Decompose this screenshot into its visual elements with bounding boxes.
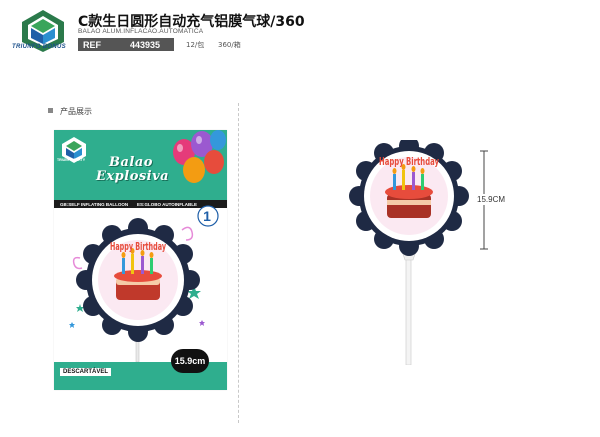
logo-text: TRIUNFO BONUS [12, 44, 66, 50]
package-balloon-text: Happy Birthday [110, 240, 166, 253]
section-title: 产品展示 [60, 107, 92, 116]
size-badge: 15.9cm [171, 349, 209, 373]
product-balloon-text: Happy Birthday [379, 155, 439, 168]
ref-label: REF [83, 39, 101, 50]
disposable-label: DESCARTÁVEL [60, 368, 112, 376]
ref-badge: REF 443935 [78, 38, 174, 51]
strip-text-es: ES:GLOBO AUTOINFLABLE [137, 201, 197, 207]
strip-text-gb: GB:SELF INFLATING BALLOON [60, 201, 129, 207]
box-quantity: 360/箱 [218, 41, 241, 49]
product-subtitle: BALAO ALUM.INFLACAO.AUTOMATICA [78, 28, 204, 35]
party-balloons-icon [173, 130, 226, 183]
dashed-divider [238, 103, 239, 423]
package-balloon-illustration: Happy Birthday [69, 218, 205, 362]
package-image: TRIUNFO PARTY Balao Explosiva GB:SELF IN… [54, 130, 227, 390]
package-title-line2: Explosiva [96, 169, 170, 184]
dimension-label: 15.9CM [477, 194, 506, 205]
package-brand-text: TRIUNFO PARTY [57, 158, 86, 162]
section-marker [48, 108, 53, 113]
package-title-line1: Balao [109, 155, 153, 170]
balloon-product-image: Happy Birthday [349, 140, 469, 365]
pack-quantity: 12/包 [186, 41, 205, 49]
ref-code: 443935 [129, 39, 160, 50]
